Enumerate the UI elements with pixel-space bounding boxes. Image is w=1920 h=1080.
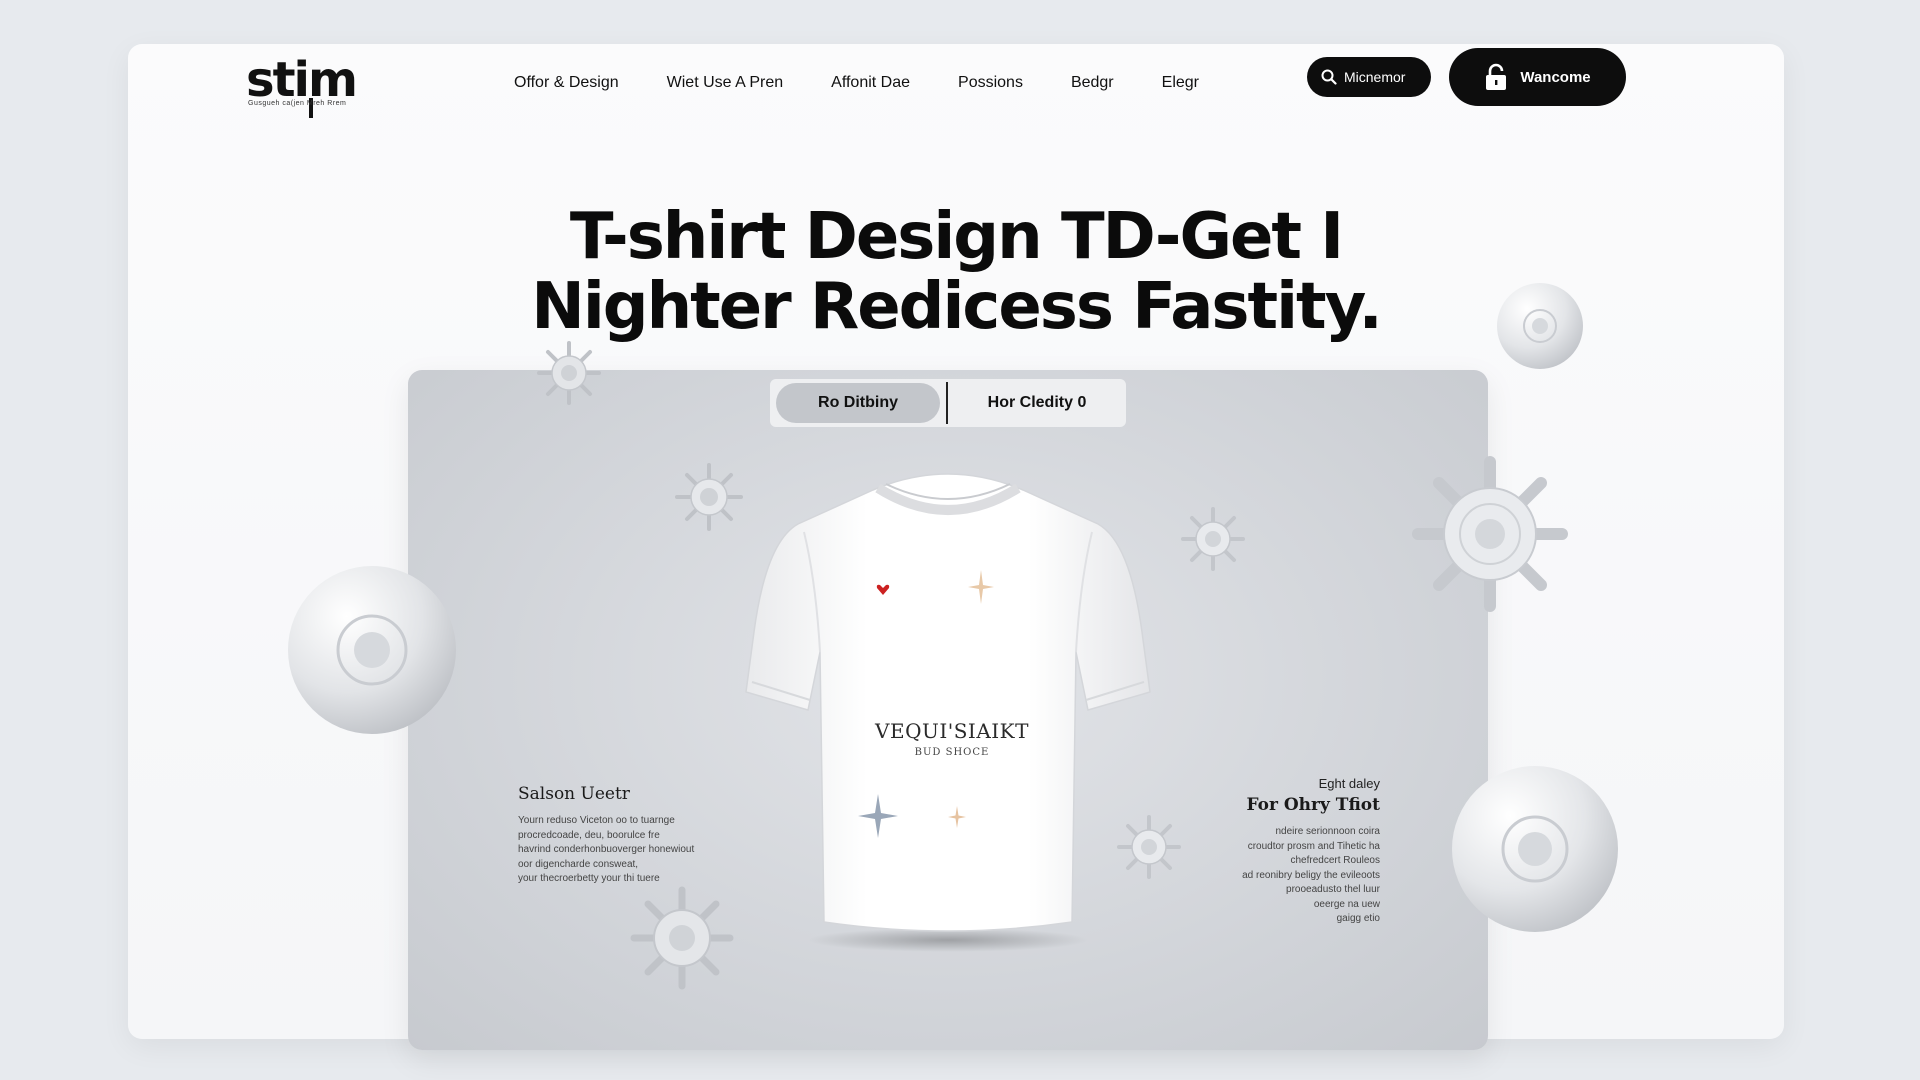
search-button[interactable]: Micnemor [1307,57,1431,97]
virus-ornament-icon [537,341,601,405]
right-info-line: croudtor prosm and Tihetic ha [1247,840,1380,852]
nav-item-bedgr[interactable]: Bedgr [1071,74,1114,92]
left-info-line: your thecroerbetty your thi tuere [518,873,660,884]
left-info-line: Yourn reduso Viceton oo to tuarnge [518,815,675,826]
left-info-line: oor digencharde consweat, [518,858,639,870]
virus-ornament-icon [675,463,743,531]
heart-icon [876,584,890,595]
tshirt-mockup[interactable]: VEQUI'SIAIKT BUD SHOCE [738,462,1158,952]
search-icon [1321,69,1337,85]
right-info-line: gaigg etio [1336,913,1380,924]
left-info-line: procredcoade, deu, boorulce fre [518,829,660,841]
nav-item-affonit[interactable]: Affonit Dae [831,74,910,92]
nav-item-possions[interactable]: Possions [958,74,1023,92]
logo-tagline: Gusgueh ca(jen Mreh Rrem [248,100,347,107]
virus-ornament-icon [630,886,734,990]
sparkle-icon [968,570,994,604]
welcome-button[interactable]: Wancome [1449,48,1626,106]
search-label: Micnemor [1344,69,1406,85]
virus-ornament-icon [1117,815,1181,879]
right-info-line: oeerge na uew [1313,898,1380,910]
right-info-title: For Ohry Tfiot [1246,795,1380,815]
nav-item-offor-design[interactable]: Offor & Design [514,74,619,92]
virus-ornament-icon [1412,456,1568,612]
tshirt-shape [745,473,1151,952]
toggle-option-ditbiny[interactable]: Ro Ditbiny [776,383,941,423]
left-info-line: havrind conderhonbuoverger honewiout [518,844,695,855]
virus-ornament-icon [1181,507,1245,571]
right-info-line: ad reonibry beligy the evileoots [1242,869,1380,881]
welcome-label: Wancome [1520,68,1591,86]
sphere-ornament-icon [1452,766,1618,932]
nav-item-wiet-use[interactable]: Wiet Use A Pren [667,74,784,92]
hero-line-2: Nighter Redicess Fastity. [531,270,1382,344]
left-info-title: Salson Ueetr [518,784,630,804]
nav-item-elegr[interactable]: Elegr [1162,74,1199,92]
main-nav: Offor & Design Wiet Use A Pren Affonit D… [514,66,1247,100]
tshirt-print-subtitle: BUD SHOCE [914,747,990,758]
tshirt-print-title: VEQUI'SIAIKT [875,719,1029,743]
right-info-block: Eght daley For Ohry Tfiot ndeire serionn… [1208,776,1380,927]
page-card: stim Gusgueh ca(jen Mreh Rrem Offor & De… [128,44,1784,1050]
sparkle-icon [858,794,898,838]
sparkle-icon [948,806,966,828]
product-stage: Ro Ditbiny Hor Cledity 0 VEQUI'SIAIKT BU… [408,370,1488,1050]
view-toggle: Ro Ditbiny Hor Cledity 0 [770,379,1126,427]
right-info-kicker: Eght daley [1318,776,1380,791]
toggle-option-cledity[interactable]: Hor Cledity 0 [954,383,1120,423]
right-info-line: prooeadusto thel luur [1286,884,1380,895]
lock-icon [1486,63,1507,90]
right-info-line: ndeire serionnoon coira [1275,826,1380,837]
brand-logo[interactable]: stim Gusgueh ca(jen Mreh Rrem [246,50,376,120]
hero-line-1: T-shirt Design TD-Get I [569,200,1344,274]
left-info-block: Salson Ueetr Yourn reduso Viceton oo to … [518,784,718,887]
right-info-line: chefredcert Rouleos [1290,855,1381,866]
sphere-ornament-icon [1497,283,1583,369]
sphere-ornament-icon [288,566,456,734]
toggle-divider [946,382,948,424]
